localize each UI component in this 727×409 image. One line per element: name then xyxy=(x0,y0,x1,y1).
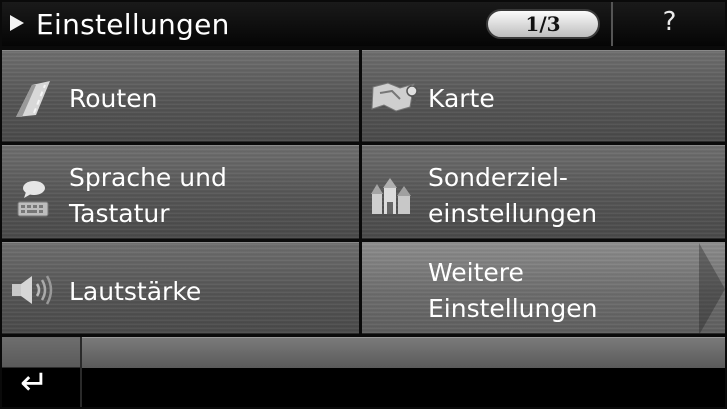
menu-item-label-line1: Sprache und xyxy=(69,163,227,192)
header-divider xyxy=(611,2,613,46)
speaker-icon xyxy=(12,275,53,305)
menu-item-karte[interactable]: Karte xyxy=(362,50,725,142)
menu-item-label-line2: einstellungen xyxy=(428,199,598,228)
page-title: Einstellungen xyxy=(36,8,230,41)
return-arrow-icon: ↵ xyxy=(20,363,49,403)
header-bar: Einstellungen 1/3 ? xyxy=(2,2,725,46)
help-button[interactable]: ? xyxy=(614,2,725,46)
back-button[interactable]: ↵ xyxy=(2,337,82,407)
bottom-strip xyxy=(2,337,725,368)
menu-item-sonderziel-einstellungen[interactable]: Sonderziel- einstellungen xyxy=(362,145,725,239)
menu-item-label: Lautstärke xyxy=(69,277,202,306)
menu-item-label-line2: Tastatur xyxy=(69,199,170,228)
road-icon xyxy=(16,81,50,117)
menu-item-label-line1: Sonderziel- xyxy=(428,163,568,192)
chevron-right-icon xyxy=(699,243,725,335)
menu-item-sprache-tastatur[interactable]: Sprache und Tastatur xyxy=(2,145,359,239)
poi-buildings-icon xyxy=(371,178,411,214)
play-arrow-icon xyxy=(10,15,24,31)
menu-item-routen[interactable]: Routen xyxy=(2,50,359,142)
map-icon xyxy=(371,82,418,112)
keyboard-speech-icon xyxy=(17,181,49,217)
menu-item-label-line2: Einstellungen xyxy=(428,294,598,323)
page-indicator: 1/3 xyxy=(486,9,600,39)
menu-item-lautstaerke[interactable]: Lautstärke xyxy=(2,242,359,334)
menu-item-weitere-einstellungen[interactable]: Weitere Einstellungen xyxy=(362,242,725,335)
bottom-bar: ↵ xyxy=(2,337,725,407)
menu-item-label-line1: Weitere xyxy=(428,258,524,287)
menu-item-label: Routen xyxy=(69,84,158,113)
menu-item-label: Karte xyxy=(428,84,495,113)
settings-screen: Einstellungen 1/3 ? Routen Karte Sprache… xyxy=(0,0,727,409)
